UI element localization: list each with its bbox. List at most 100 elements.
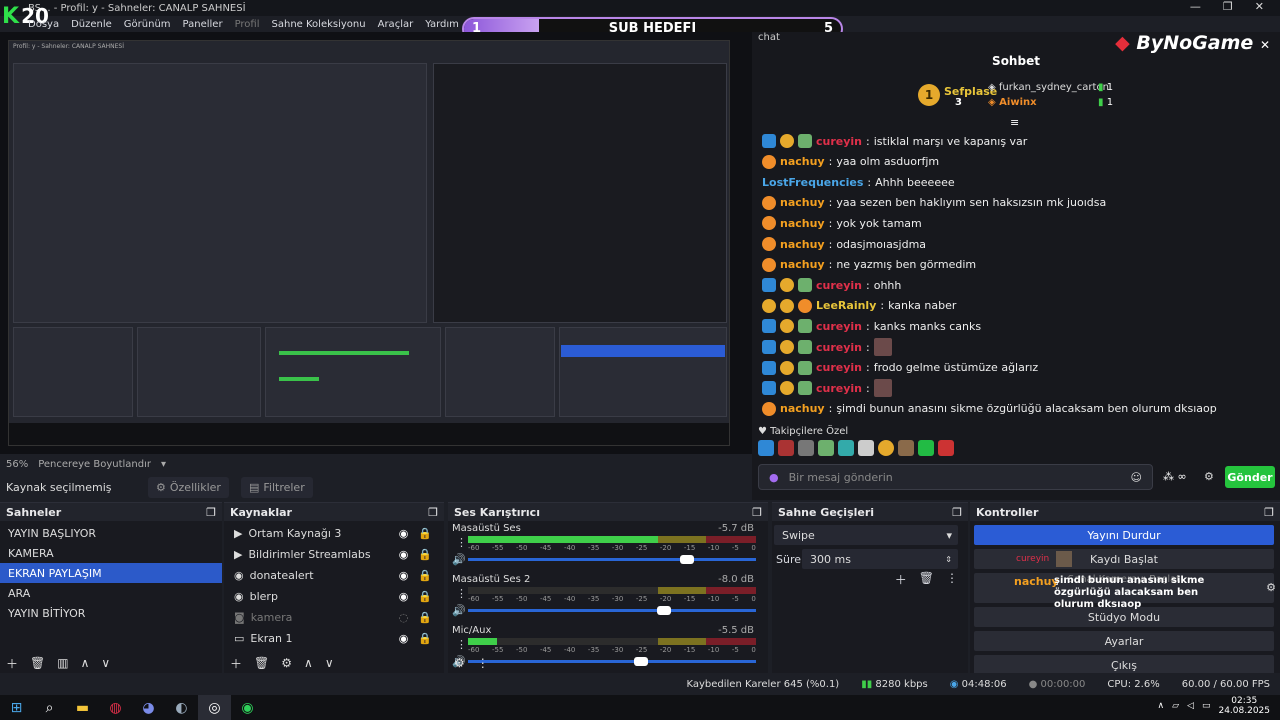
menu-item[interactable]: Dosya xyxy=(28,19,59,30)
emote-icon[interactable] xyxy=(798,440,814,456)
eye-icon[interactable]: ◉ xyxy=(399,632,409,645)
filter-icon[interactable]: ▥ xyxy=(57,656,68,670)
scene-item[interactable]: YAYIN BAŞLIYOR xyxy=(0,523,222,543)
clock[interactable]: 02:35 24.08.2025 xyxy=(1218,696,1270,716)
obs-icon[interactable]: ◎ xyxy=(198,695,231,720)
volume-handle[interactable] xyxy=(679,555,694,564)
chat-username[interactable]: cureyin xyxy=(816,341,862,354)
emote-icon[interactable] xyxy=(858,440,874,456)
menu-item[interactable]: Sahne Koleksiyonu xyxy=(272,19,366,30)
duration-input[interactable]: 300 ms ⇕ xyxy=(802,549,958,569)
source-item[interactable]: ◉ blerp ◉ 🔒 xyxy=(224,586,444,607)
chat-username[interactable]: cureyin xyxy=(816,361,862,374)
up-icon[interactable]: ∧ xyxy=(304,656,313,670)
filters-button[interactable]: ▤ Filtreler xyxy=(240,476,313,498)
emote-icon[interactable] xyxy=(838,440,854,456)
emote-icon[interactable] xyxy=(818,440,834,456)
windows-start-icon[interactable]: ⊞ xyxy=(0,695,33,720)
chat-username[interactable]: nachuy xyxy=(780,258,825,271)
lock-icon[interactable]: 🔒 xyxy=(418,548,432,561)
undock-icon[interactable]: ❐ xyxy=(206,506,216,519)
down-icon[interactable]: ∨ xyxy=(101,656,110,670)
chat-username[interactable]: nachuy xyxy=(780,238,825,251)
menu-item[interactable]: Yardım xyxy=(425,19,459,30)
scene-item[interactable]: YAYIN BİTİYOR xyxy=(0,603,222,623)
emote-icon[interactable] xyxy=(918,440,934,456)
up-icon[interactable]: ∧ xyxy=(81,656,90,670)
mic-icon[interactable]: ● xyxy=(769,471,779,484)
gear-icon[interactable]: ⚙ xyxy=(1266,581,1276,594)
emote-icon[interactable] xyxy=(778,440,794,456)
more-icon[interactable]: ⋮ xyxy=(456,638,467,651)
points-counter[interactable]: ⁂ ∞ xyxy=(1163,470,1187,483)
source-item[interactable]: ▭ Ekran 1 ◉ 🔒 xyxy=(224,628,444,649)
lock-icon[interactable]: 🔒 xyxy=(418,569,432,582)
gear-icon[interactable]: ⚙ xyxy=(454,656,465,670)
chat-username[interactable]: cureyin xyxy=(816,279,862,292)
menu-icon[interactable]: ≡ xyxy=(1010,116,1019,129)
search-icon[interactable]: ⌕ xyxy=(33,695,66,720)
more-icon[interactable]: ⋮ xyxy=(946,571,958,588)
eye-icon[interactable]: ◉ xyxy=(399,548,409,561)
source-item[interactable]: ◉ donatealert ◉ 🔒 xyxy=(224,565,444,586)
eye-icon[interactable]: ◉ xyxy=(399,527,409,540)
more-icon[interactable]: ⋮ xyxy=(456,536,467,549)
trash-icon[interactable]: 🗑 xyxy=(919,571,934,588)
lock-icon[interactable]: 🔒 xyxy=(418,527,432,540)
eye-icon[interactable]: ◉ xyxy=(399,590,409,603)
menu-item[interactable]: Düzenle xyxy=(71,19,112,30)
send-button[interactable]: Gönder xyxy=(1225,466,1275,488)
volume-icon[interactable]: ◁ xyxy=(1187,701,1194,711)
emote-icon[interactable] xyxy=(878,440,894,456)
scene-item[interactable]: KAMERA xyxy=(0,543,222,563)
maximize-icon[interactable]: ❐ xyxy=(1223,0,1233,16)
battery-icon[interactable]: ▭ xyxy=(1202,701,1211,711)
fit-to-window[interactable]: Pencereye Boyutlandır xyxy=(38,459,151,470)
volume-slider[interactable] xyxy=(468,606,756,615)
chevron-up-icon[interactable]: ∧ xyxy=(1158,701,1165,711)
lock-icon[interactable]: 🔒 xyxy=(418,590,432,603)
close-icon[interactable]: ✕ xyxy=(1255,0,1264,16)
spotify-icon[interactable]: ◉ xyxy=(231,695,264,720)
properties-button[interactable]: ⚙ Özellikler xyxy=(148,476,229,498)
network-icon[interactable]: ▱ xyxy=(1172,701,1179,711)
emote-icon[interactable] xyxy=(758,440,774,456)
more-icon[interactable]: ⋮ xyxy=(456,587,467,600)
trash-icon[interactable]: 🗑 xyxy=(30,656,45,670)
chat-input[interactable]: ● Bir mesaj gönderin ☺ xyxy=(758,464,1153,490)
more-icon[interactable]: ⋮ xyxy=(477,656,489,670)
menu-item[interactable]: Paneller xyxy=(183,19,223,30)
down-icon[interactable]: ∨ xyxy=(325,656,334,670)
minimize-icon[interactable]: — xyxy=(1190,0,1201,16)
chat-username[interactable]: cureyin xyxy=(816,320,862,333)
trash-icon[interactable]: 🗑 xyxy=(254,656,269,670)
chevron-down-icon[interactable]: ▾ xyxy=(161,459,166,470)
undock-icon[interactable]: ❐ xyxy=(428,506,438,519)
menu-item[interactable]: Araçlar xyxy=(378,19,414,30)
stop-stream-button[interactable]: Yayını Durdur xyxy=(974,525,1274,545)
spinner-icon[interactable]: ⇕ xyxy=(945,555,952,564)
emoji-icon[interactable]: ☺ xyxy=(1131,471,1142,484)
menu-item[interactable]: Görünüm xyxy=(124,19,171,30)
folder-icon[interactable]: ▬ xyxy=(66,695,99,720)
steam-icon[interactable]: ◐ xyxy=(165,695,198,720)
eye-icon[interactable]: ◉ xyxy=(399,569,409,582)
chat-username[interactable]: nachuy xyxy=(780,217,825,230)
gear-icon[interactable]: ⚙ xyxy=(281,656,292,670)
source-item[interactable]: ◙ kamera ◌ 🔒 xyxy=(224,607,444,628)
emote-icon[interactable] xyxy=(898,440,914,456)
lock-icon[interactable]: 🔒 xyxy=(418,632,432,645)
start-record-button[interactable]: cureyin Kaydı Başlat xyxy=(974,549,1274,569)
chat-settings-gear-icon[interactable]: ⚙ xyxy=(1204,470,1214,483)
volume-handle[interactable] xyxy=(656,606,671,615)
chat-username[interactable]: LeeRainly xyxy=(816,299,876,312)
source-item[interactable]: ▶ Bildirimler Streamlabs ◉ 🔒 xyxy=(224,544,444,565)
settings-button[interactable]: Ayarlar xyxy=(974,631,1274,651)
speaker-icon[interactable]: 🔊 xyxy=(452,604,466,617)
close-icon[interactable]: ✕ xyxy=(1260,38,1270,52)
discord-icon[interactable]: ◕ xyxy=(132,695,165,720)
add-icon[interactable]: ＋ xyxy=(895,571,907,588)
emote-icon[interactable] xyxy=(938,440,954,456)
add-icon[interactable]: ＋ xyxy=(6,655,18,672)
chrome-icon[interactable]: ◍ xyxy=(99,695,132,720)
